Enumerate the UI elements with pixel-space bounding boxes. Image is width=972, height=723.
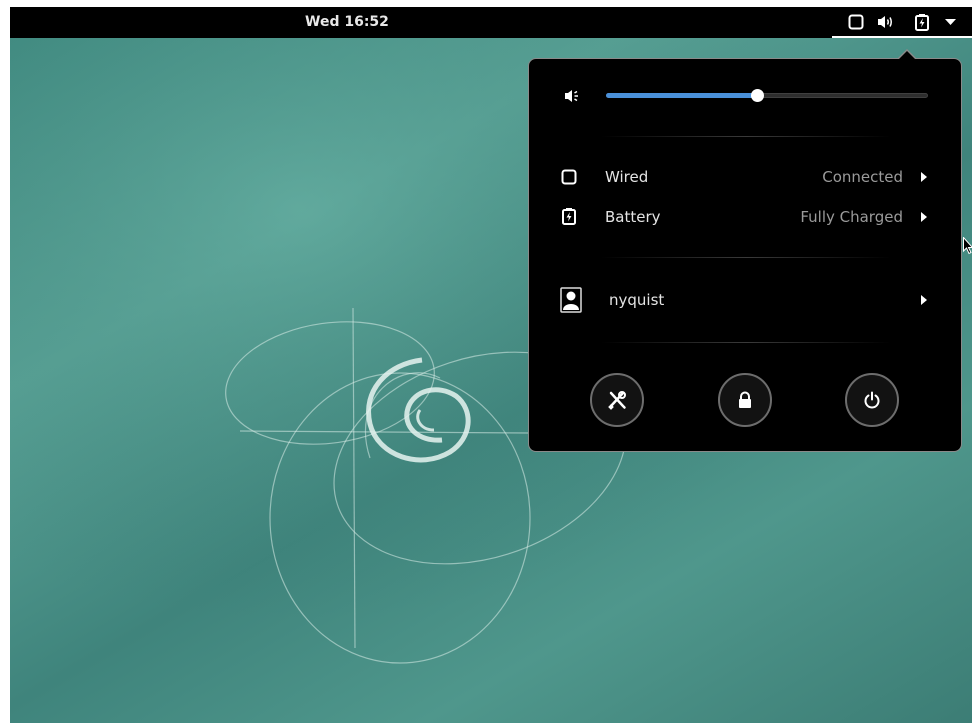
system-menu: Wired Connected Battery Fully Charged ny… <box>528 58 962 452</box>
separator <box>601 257 891 258</box>
avatar-icon <box>560 287 582 313</box>
lock-icon <box>739 391 751 408</box>
settings-icon <box>608 391 626 410</box>
submenu-arrow-icon <box>921 172 927 182</box>
volume-slider-fill <box>606 93 758 98</box>
power-icon <box>864 391 880 409</box>
volume-low-icon <box>565 90 578 102</box>
clock[interactable]: Wed 16:52 <box>305 7 389 38</box>
battery-label: Battery <box>605 208 661 226</box>
volume-icon <box>878 16 892 28</box>
separator <box>601 342 891 343</box>
user-item[interactable]: nyquist <box>549 284 941 316</box>
battery-status: Fully Charged <box>800 208 903 226</box>
battery-item[interactable]: Battery Fully Charged <box>549 201 941 233</box>
wired-network-item[interactable]: Wired Connected <box>549 161 941 193</box>
volume-slider-knob[interactable] <box>751 89 765 102</box>
settings-button[interactable] <box>590 373 644 427</box>
top-bar: Wed 16:52 <box>10 7 972 38</box>
volume-slider[interactable] <box>606 89 928 102</box>
battery-charging-icon <box>562 208 576 225</box>
battery-icon <box>915 14 929 31</box>
desktop: Wed 16:52 Wired Connected Battery Fully … <box>10 7 972 723</box>
popup-arrow-inner <box>898 51 916 60</box>
user-name: nyquist <box>609 291 665 309</box>
separator <box>601 136 891 137</box>
power-button[interactable] <box>845 373 899 427</box>
network-wired-icon <box>561 169 577 185</box>
lock-button[interactable] <box>718 373 772 427</box>
submenu-arrow-icon <box>921 212 927 222</box>
wired-status: Connected <box>822 168 903 186</box>
network-wired-icon <box>848 14 864 30</box>
status-area-underline <box>832 36 972 38</box>
system-status-area[interactable] <box>832 7 972 38</box>
dropdown-arrow-icon <box>945 19 956 25</box>
mouse-cursor-icon <box>963 237 972 255</box>
wired-label: Wired <box>605 168 649 186</box>
submenu-arrow-icon <box>921 295 927 305</box>
